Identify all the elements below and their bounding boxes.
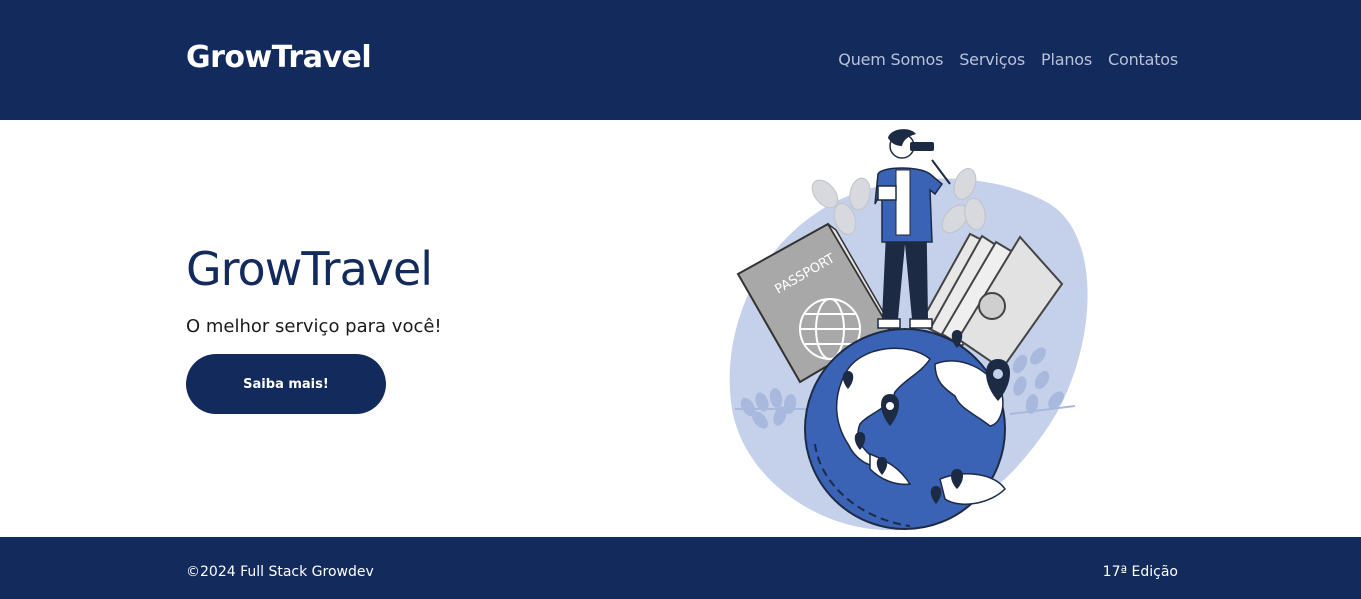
nav-link-quem-somos[interactable]: Quem Somos xyxy=(838,50,943,69)
nav-link-planos[interactable]: Planos xyxy=(1041,50,1092,69)
saiba-mais-button[interactable]: Saiba mais! xyxy=(186,354,386,414)
site-header: GrowTravel Quem Somos Serviços Planos Co… xyxy=(0,0,1361,120)
brand-logo[interactable]: GrowTravel xyxy=(186,40,372,75)
traveler-globe-illustration: PASSPORT xyxy=(729,129,1088,531)
edition-text: 17ª Edição xyxy=(1102,564,1178,580)
nav-link-servicos[interactable]: Serviços xyxy=(959,50,1025,69)
site-footer: ©2024 Full Stack Growdev 17ª Edição xyxy=(0,537,1361,599)
main-nav: Quem Somos Serviços Planos Contatos xyxy=(838,50,1178,69)
globe-icon xyxy=(804,328,1006,530)
copyright-text: ©2024 Full Stack Growdev xyxy=(186,564,374,580)
hero-subtitle: O melhor serviço para você! xyxy=(186,316,442,337)
hero-title: GrowTravel xyxy=(186,242,433,296)
nav-link-contatos[interactable]: Contatos xyxy=(1108,50,1178,69)
